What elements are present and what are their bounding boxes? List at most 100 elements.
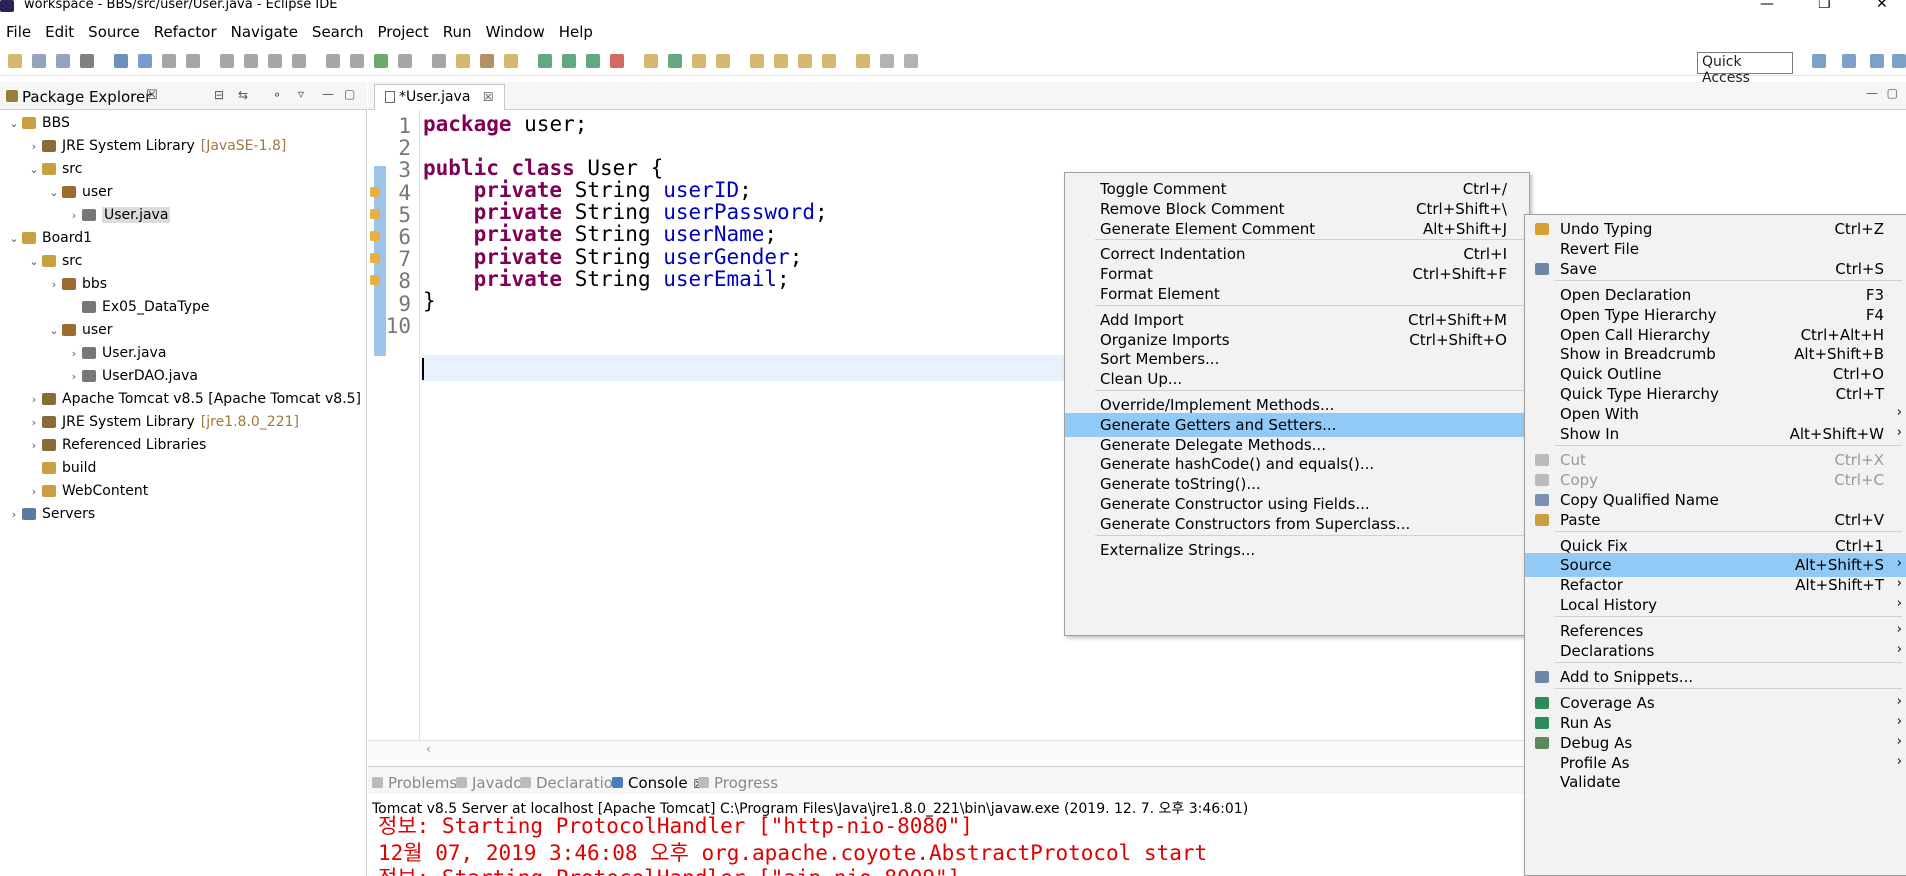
toolbar-icon[interactable]	[668, 54, 682, 68]
toolbar-icon[interactable]	[586, 54, 600, 68]
tree-item[interactable]: › User.java	[66, 204, 171, 226]
perspective-icon[interactable]	[1812, 54, 1826, 68]
context-menu-item-show-in[interactable]: Show In Alt+Shift+W ›	[1525, 422, 1906, 446]
warning-icon[interactable]	[370, 275, 380, 286]
menu-run[interactable]: Run	[443, 23, 472, 41]
menu-refactor[interactable]: Refactor	[154, 23, 217, 41]
warning-icon[interactable]	[370, 208, 380, 219]
maximize-button[interactable]: ❐	[1818, 0, 1831, 12]
minimize-view-icon[interactable]: —	[322, 87, 334, 101]
source-menu-item-clean-up[interactable]: Clean Up...	[1065, 367, 1529, 391]
maximize-editor-icon[interactable]: ▢	[1887, 86, 1898, 100]
perspective-icon[interactable]	[1842, 54, 1856, 68]
toolbar-icon[interactable]	[644, 54, 658, 68]
toolbar-icon[interactable]	[716, 54, 730, 68]
chevron-right-icon[interactable]: ›	[26, 439, 42, 452]
chevron-right-icon[interactable]: ›	[26, 140, 42, 153]
context-menu-item-local-history[interactable]: Local History ›	[1525, 593, 1906, 617]
toolbar-icon[interactable]	[32, 54, 46, 68]
source-menu-item-format-element[interactable]: Format Element	[1065, 282, 1529, 306]
tree-item[interactable]: › Servers	[6, 503, 95, 525]
close-button[interactable]: ✕	[1876, 0, 1888, 12]
tree-item[interactable]: › User.java	[66, 342, 167, 364]
tab-user-java[interactable]: *User.java ☒	[374, 84, 505, 110]
view-menu-icon[interactable]: ▿	[298, 87, 304, 101]
toolbar-icon[interactable]	[692, 54, 706, 68]
tree-item[interactable]: › UserDAO.java	[66, 365, 198, 387]
tab-console[interactable]: Console☒	[612, 774, 704, 792]
toolbar-icon[interactable]	[268, 54, 282, 68]
toolbar-icon[interactable]	[138, 54, 152, 68]
toolbar-icon[interactable]	[432, 54, 446, 68]
tree-item[interactable]: ⌄ user	[46, 181, 112, 203]
toolbar-icon[interactable]	[186, 54, 200, 68]
minimize-editor-icon[interactable]: —	[1866, 86, 1878, 100]
close-icon[interactable]: ☒	[146, 88, 158, 103]
context-menu-item-paste[interactable]: Paste Ctrl+V	[1525, 508, 1906, 532]
toolbar-icon[interactable]	[480, 54, 494, 68]
scroll-left-icon[interactable]: ‹	[426, 742, 431, 756]
menu-project[interactable]: Project	[377, 23, 428, 41]
tree-item[interactable]: ⌄ BBS	[6, 112, 69, 134]
source-menu-item-externalize-strings[interactable]: Externalize Strings...	[1065, 538, 1529, 562]
toolbar-icon[interactable]	[904, 54, 918, 68]
toolbar-icon[interactable]	[8, 54, 22, 68]
chevron-right-icon[interactable]: ›	[26, 393, 42, 406]
warning-icon[interactable]	[370, 231, 380, 241]
toolbar-icon[interactable]	[538, 54, 552, 68]
toolbar-icon[interactable]	[856, 54, 870, 68]
tree-item[interactable]: › Referenced Libraries	[26, 434, 207, 456]
perspective-icon[interactable]	[1892, 54, 1906, 68]
chevron-right-icon[interactable]: ›	[66, 370, 82, 383]
link-editor-icon[interactable]: ⇆	[238, 88, 248, 102]
toolbar-icon[interactable]	[398, 54, 412, 68]
toolbar-icon[interactable]	[326, 54, 340, 68]
chevron-down-icon[interactable]: ⌄	[6, 117, 22, 130]
menu-search[interactable]: Search	[312, 23, 364, 41]
toolbar-icon[interactable]	[880, 54, 894, 68]
tree-item[interactable]: › WebContent	[26, 480, 148, 502]
tab-progress[interactable]: Progress	[698, 774, 778, 792]
close-icon[interactable]: ☒	[483, 90, 494, 104]
tree-item[interactable]: ⌄ src	[26, 158, 82, 180]
menu-edit[interactable]: Edit	[45, 23, 74, 41]
warning-icon[interactable]	[370, 253, 380, 264]
chevron-down-icon[interactable]: ⌄	[46, 186, 62, 199]
tab-declaration[interactable]: Declaration	[520, 774, 622, 792]
tree-item[interactable]: › JRE System Library [jre1.8.0_221]	[26, 411, 299, 433]
context-menu-item-save[interactable]: Save Ctrl+S	[1525, 257, 1906, 281]
tab-problems[interactable]: Problems	[372, 774, 457, 792]
toolbar-icon[interactable]	[292, 54, 306, 68]
tree-item[interactable]: Ex05_DataType	[66, 296, 210, 318]
quick-access-input[interactable]: Quick Access	[1697, 52, 1793, 86]
toolbar-icon[interactable]	[798, 54, 812, 68]
toolbar-icon[interactable]	[456, 54, 470, 68]
context-menu-item-add-to-snippets[interactable]: Add to Snippets...	[1525, 665, 1906, 689]
collapse-all-icon[interactable]: ⊟	[214, 88, 224, 102]
tree-item[interactable]: build	[26, 457, 96, 479]
source-menu-item-generate-constructors-from-superclass[interactable]: Generate Constructors from Superclass...	[1065, 512, 1529, 536]
tree-item[interactable]: › bbs	[46, 273, 107, 295]
toolbar-icon[interactable]	[610, 54, 624, 68]
filter-icon[interactable]: ⚬	[272, 88, 282, 102]
chevron-down-icon[interactable]: ⌄	[46, 324, 62, 337]
chevron-down-icon[interactable]: ⌄	[6, 232, 22, 245]
menu-file[interactable]: File	[6, 23, 31, 41]
toolbar-icon[interactable]	[562, 54, 576, 68]
chevron-down-icon[interactable]: ⌄	[26, 163, 42, 176]
menu-help[interactable]: Help	[559, 23, 593, 41]
toolbar-icon[interactable]	[56, 54, 70, 68]
toolbar-icon[interactable]	[750, 54, 764, 68]
chevron-right-icon[interactable]: ›	[66, 347, 82, 360]
toolbar-icon[interactable]	[244, 54, 258, 68]
chevron-right-icon[interactable]: ›	[26, 485, 42, 498]
tree-item[interactable]: ⌄ user	[46, 319, 112, 341]
tree-item[interactable]: ⌄ Board1	[6, 227, 92, 249]
context-menu-item-declarations[interactable]: Declarations ›	[1525, 639, 1906, 663]
maximize-view-icon[interactable]: ▢	[344, 87, 355, 101]
toolbar-icon[interactable]	[374, 54, 388, 68]
package-explorer-tab[interactable]: Package Explorer ☒ ⊟ ⇆ ⚬ ▿ — ▢	[0, 82, 367, 110]
chevron-right-icon[interactable]: ›	[26, 416, 42, 429]
perspective-icon[interactable]	[1870, 54, 1884, 68]
toolbar-icon[interactable]	[774, 54, 788, 68]
